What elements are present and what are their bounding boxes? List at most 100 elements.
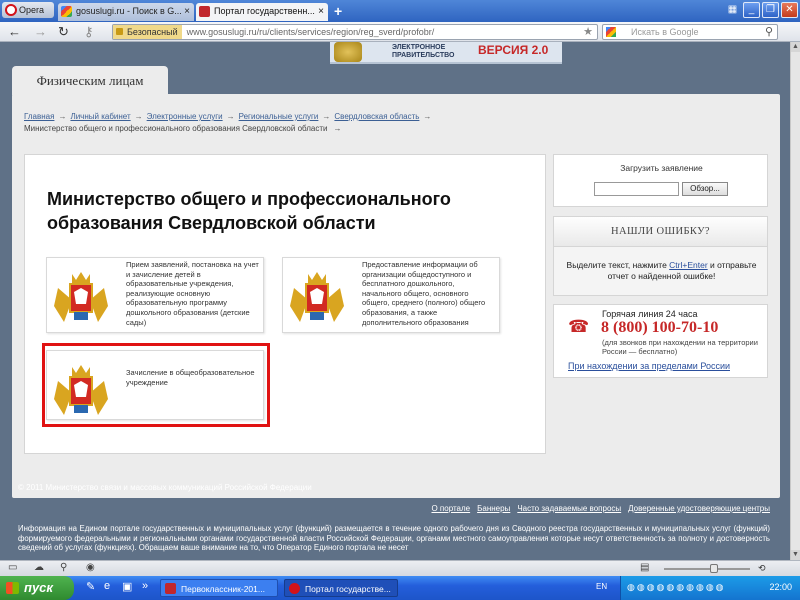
- key-icon[interactable]: ⚷: [84, 23, 94, 40]
- found-error-header[interactable]: НАШЛИ ОШИБКУ?: [554, 217, 767, 247]
- ctrl-enter-link[interactable]: Ctrl+Enter: [669, 260, 708, 270]
- sverdlovsk-emblem-icon: [54, 272, 108, 322]
- opera-menu-label: Opera: [19, 5, 45, 15]
- restore-button[interactable]: ❐: [762, 2, 779, 18]
- web-page: ЭЛЕКТРОННОЕ ПРАВИТЕЛЬСТВО ВЕРСИЯ 2.0 Физи…: [0, 42, 790, 560]
- banner-gov-text: ЭЛЕКТРОННОЕ ПРАВИТЕЛЬСТВО: [392, 44, 455, 59]
- taskbar-task-document[interactable]: Первоклассник-201...: [160, 579, 278, 597]
- breadcrumb-current: Министерство общего и профессионального …: [24, 124, 328, 133]
- panel-toggle-icon[interactable]: ▭: [8, 562, 17, 573]
- hotline-panel: ☎ Горячая линия 24 часа 8 (800) 100-70-1…: [553, 304, 768, 378]
- service-card-text[interactable]: Предоставление информации об организации…: [362, 260, 496, 327]
- opera-menu-button[interactable]: Opera: [2, 2, 54, 18]
- breadcrumb: Главная → Личный кабинет → Электронные услуг…: [24, 112, 432, 133]
- footer-link-about[interactable]: О портале: [431, 504, 470, 513]
- ministry-panel: Министерство общего и профессионального …: [24, 154, 546, 454]
- quicklaunch-icon[interactable]: ✎: [86, 580, 95, 593]
- hotline-label: Горячая линия 24 часа: [602, 309, 698, 319]
- footer-disclaimer: Информация на Едином портале государстве…: [18, 524, 770, 552]
- tab-title: Портал государственн...: [214, 6, 315, 16]
- zoom-slider-track[interactable]: [664, 568, 750, 570]
- forward-arrow-icon[interactable]: →: [34, 23, 47, 40]
- scroll-down-icon[interactable]: ▼: [791, 550, 800, 560]
- task-title: Портал государстве...: [305, 584, 391, 594]
- breadcrumb-link-sverdlovsk[interactable]: Свердловская область: [334, 112, 419, 121]
- browse-button[interactable]: Обзор...: [682, 182, 728, 196]
- footer-link-banners[interactable]: Баннеры: [477, 504, 510, 513]
- search-field[interactable]: Искать в Google ⚲: [602, 24, 778, 40]
- footer-links: О портале Баннеры Часто задаваемые вопросы…: [424, 504, 770, 513]
- window-controls: ▦ _ ❐ ✕: [722, 2, 798, 19]
- tab-close-icon[interactable]: ×: [184, 3, 190, 20]
- explorer-icon[interactable]: ▣: [122, 580, 132, 593]
- breadcrumb-end-arrow: →: [333, 124, 342, 133]
- vertical-scrollbar[interactable]: ▲ ▼: [790, 42, 800, 560]
- page-title: Министерство общего и профессионального …: [47, 189, 451, 233]
- taskbar-task-browser[interactable]: Портал государстве...: [284, 579, 398, 597]
- breadcrumb-link-cabinet[interactable]: Личный кабинет: [70, 112, 130, 121]
- navigation-toolbar: ← → ↻ ⚷ Безопасный www.gosuslugi.ru/ru/cl…: [0, 22, 800, 42]
- breadcrumb-link-home[interactable]: Главная: [24, 112, 54, 121]
- hotline-note: (для звонков при нахождении на территори…: [602, 338, 758, 356]
- tab-title: gosuslugi.ru - Поиск в G...: [76, 6, 182, 16]
- breadcrumb-link-regional[interactable]: Региональные услуги: [239, 112, 319, 121]
- gosuslugi-favicon-icon: [199, 6, 210, 17]
- search-placeholder: Искать в Google: [631, 27, 699, 37]
- e-government-banner[interactable]: ЭЛЕКТРОННОЕ ПРАВИТЕЛЬСТВО ВЕРСИЯ 2.0: [330, 42, 562, 64]
- browser-tab-google-search[interactable]: gosuslugi.ru - Поиск в G... ×: [58, 3, 194, 21]
- footer-link-faq[interactable]: Часто задаваемые вопросы: [517, 504, 621, 513]
- close-window-button[interactable]: ✕: [781, 2, 798, 18]
- footer-link-certificate-centers[interactable]: Доверенные удостоверяющие центры: [628, 504, 770, 513]
- tray-icons[interactable]: ◍◍◍◍◍◍◍◍◍◍: [627, 582, 726, 593]
- ie-icon[interactable]: e: [104, 580, 110, 592]
- found-error-panel: НАШЛИ ОШИБКУ? Выделите текст, нажмите Ct…: [553, 216, 768, 296]
- bookmark-star-icon[interactable]: ★: [583, 25, 593, 39]
- found-error-text: Выделите текст, нажмите Ctrl+Enter и отп…: [566, 260, 757, 281]
- presentation-app-icon: [165, 583, 176, 594]
- tab-close-icon[interactable]: ×: [318, 3, 324, 20]
- highlight-frame: [42, 343, 270, 427]
- cloud-icon[interactable]: ☁: [34, 562, 44, 573]
- google-search-engine-icon[interactable]: [606, 27, 616, 37]
- reload-icon[interactable]: ↻: [58, 23, 69, 40]
- turbo-icon[interactable]: ◉: [86, 562, 95, 573]
- abroad-link[interactable]: При нахождении за пределами России: [568, 361, 730, 371]
- opera-app-icon: [289, 583, 300, 594]
- breadcrumb-link-e-services[interactable]: Электронные услуги: [147, 112, 223, 121]
- start-button[interactable]: пуск: [0, 576, 74, 600]
- language-indicator[interactable]: EN: [596, 582, 607, 591]
- clock[interactable]: 22:00: [769, 582, 792, 592]
- tab-individuals[interactable]: Физическим лицам: [12, 66, 168, 95]
- sverdlovsk-emblem-icon: [290, 272, 344, 322]
- service-card-education-info[interactable]: Предоставление информации об организации…: [282, 257, 500, 333]
- url-text[interactable]: www.gosuslugi.ru/ru/clients/services/reg…: [187, 27, 435, 37]
- upload-panel: Загрузить заявление Обзор...: [553, 154, 768, 207]
- minimize-button[interactable]: _: [743, 2, 760, 18]
- view-icon[interactable]: ▤: [640, 562, 649, 573]
- quicklaunch-more-icon[interactable]: »: [142, 580, 148, 592]
- zoom-reset-icon[interactable]: ⟲: [758, 563, 766, 574]
- task-title: Первоклассник-201...: [181, 584, 265, 594]
- tab-list-icon[interactable]: ▦: [724, 3, 741, 19]
- scroll-up-icon[interactable]: ▲: [791, 42, 800, 52]
- coat-of-arms-icon: [334, 42, 362, 62]
- search-icon[interactable]: ⚲: [765, 25, 773, 39]
- file-path-input[interactable]: [594, 182, 679, 196]
- browser-tab-gosuslugi[interactable]: Портал государственн... ×: [196, 3, 328, 21]
- copyright: © 2011 Министерство связи и массовых ком…: [18, 483, 312, 492]
- secure-connection-badge[interactable]: Безопасный: [113, 25, 182, 39]
- hotline-number: 8 (800) 100-70-10: [601, 319, 719, 336]
- browser-status-bar: ▭ ☁ ⚲ ◉ ▤ ⟲: [0, 560, 800, 576]
- service-card-kindergarten[interactable]: Прием заявлений, постановка на учет и за…: [46, 257, 264, 333]
- opera-logo-icon: [5, 4, 17, 16]
- upload-title: Загрузить заявление: [620, 163, 703, 173]
- zoom-slider-knob[interactable]: [710, 564, 718, 573]
- speed-dial-icon[interactable]: ⚲: [60, 562, 67, 573]
- service-card-text[interactable]: Прием заявлений, постановка на учет и за…: [126, 260, 260, 327]
- system-tray: ◍◍◍◍◍◍◍◍◍◍ 22:00: [620, 576, 800, 600]
- banner-version: ВЕРСИЯ 2.0: [478, 43, 549, 57]
- windows-taskbar: пуск ✎ e ▣ » Первоклассник-201... Портал…: [0, 576, 800, 600]
- new-tab-button[interactable]: +: [334, 3, 342, 19]
- address-field[interactable]: Безопасный www.gosuslugi.ru/ru/clients/se…: [112, 24, 598, 40]
- back-arrow-icon[interactable]: ←: [8, 23, 21, 40]
